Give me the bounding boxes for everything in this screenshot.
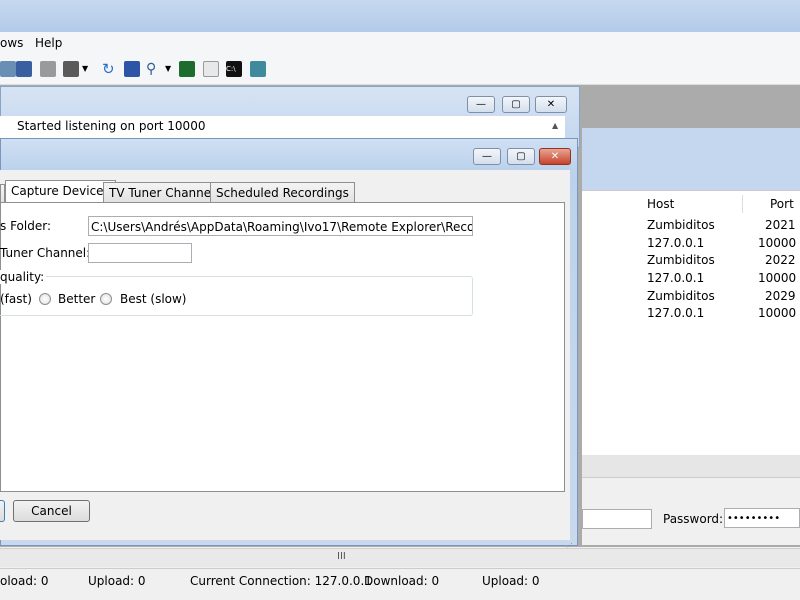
cancel-button[interactable]: Cancel	[13, 500, 90, 522]
camera-icon[interactable]	[63, 61, 79, 77]
username-field[interactable]	[582, 509, 652, 529]
maximize-button[interactable]: ▢	[502, 96, 530, 113]
dialog-close-button[interactable]: ✕	[539, 148, 571, 165]
row-host: Zumbiditos	[647, 218, 715, 232]
row-host: 127.0.0.1	[647, 306, 705, 320]
status-upload-mid: Upload: 0	[88, 574, 146, 588]
row-port: 2022	[765, 253, 796, 267]
connections-separator	[582, 455, 800, 478]
splitter-grip[interactable]: III	[337, 551, 346, 562]
minimize-button[interactable]: —	[467, 96, 495, 113]
radio-better[interactable]	[39, 293, 51, 305]
menu-windows[interactable]: ows	[0, 36, 23, 50]
row-host: Zumbiditos	[647, 289, 715, 303]
row-port: 10000	[758, 271, 797, 285]
tab-scheduled-recordings[interactable]: Scheduled Recordings	[210, 182, 355, 202]
row-port: 10000	[758, 236, 797, 250]
quality-option-best[interactable]: Best (slow)	[120, 292, 187, 306]
refresh-icon[interactable]: ↻	[102, 61, 118, 77]
status-download: Download: 0	[364, 574, 440, 588]
status-bar: oload: 0 Upload: 0 Current Connection: 1…	[0, 568, 800, 593]
quality-option-fast[interactable]: (fast)	[0, 292, 32, 306]
radio-best[interactable]	[100, 293, 112, 305]
column-header-host[interactable]: Host	[647, 195, 743, 213]
screen-icon[interactable]	[124, 61, 140, 77]
folder-label: s Folder:	[0, 219, 51, 233]
status-current-connection: Current Connection: 127.0.0.1	[190, 574, 372, 588]
recordings-folder-field[interactable]: C:\Users\Andrés\AppData\Roaming\Ivo17\Re…	[88, 216, 473, 236]
tab-tv-tuner-channels[interactable]: TV Tuner Channels	[103, 182, 227, 202]
status-upload-right: Upload: 0	[482, 574, 540, 588]
printer-icon[interactable]	[40, 61, 56, 77]
ok-button[interactable]	[0, 500, 5, 522]
toolbar: ▼ ↻ ⚲ ▼ C:\	[0, 54, 800, 85]
network-icon[interactable]	[0, 61, 16, 77]
command-prompt-icon[interactable]: C:\	[226, 61, 242, 77]
column-header-port[interactable]: Port	[770, 195, 800, 213]
dialog-minimize-button[interactable]: —	[473, 148, 501, 165]
search-dropdown-icon[interactable]: ▼	[165, 64, 171, 73]
tuner-channel-field[interactable]	[88, 243, 192, 263]
row-host: 127.0.0.1	[647, 236, 705, 250]
monitor-icon[interactable]	[16, 61, 32, 77]
menu-help[interactable]: Help	[35, 36, 62, 50]
file-icon[interactable]	[203, 61, 219, 77]
tool-icon[interactable]	[250, 61, 266, 77]
search-icon[interactable]: ⚲	[146, 61, 162, 77]
row-host: 127.0.0.1	[647, 271, 705, 285]
password-label: Password:	[663, 512, 724, 526]
quality-label: quality:	[0, 270, 47, 284]
log-line: Started listening on port 10000	[17, 119, 206, 133]
tab-capture-devices[interactable]: Capture Devices	[5, 180, 116, 203]
main-title-bar	[0, 0, 800, 33]
close-button[interactable]: ✕	[535, 96, 567, 113]
splitter-bar[interactable]: III	[0, 548, 800, 567]
row-port: 10000	[758, 306, 797, 320]
dialog-maximize-button[interactable]: ▢	[507, 148, 535, 165]
terminal-green-icon[interactable]	[179, 61, 195, 77]
menu-bar: ows Help	[0, 32, 800, 54]
tuner-channel-label: Tuner Channel:	[0, 246, 91, 260]
row-host: Zumbiditos	[647, 253, 715, 267]
camera-dropdown-icon[interactable]: ▼	[82, 64, 88, 73]
password-field[interactable]: •••••••••	[724, 508, 800, 528]
row-port: 2029	[765, 289, 796, 303]
quality-option-better[interactable]: Better	[58, 292, 95, 306]
scroll-up-icon[interactable]: ▲	[552, 121, 558, 130]
status-upload-left: oload: 0	[0, 574, 49, 588]
row-port: 2021	[765, 218, 796, 232]
